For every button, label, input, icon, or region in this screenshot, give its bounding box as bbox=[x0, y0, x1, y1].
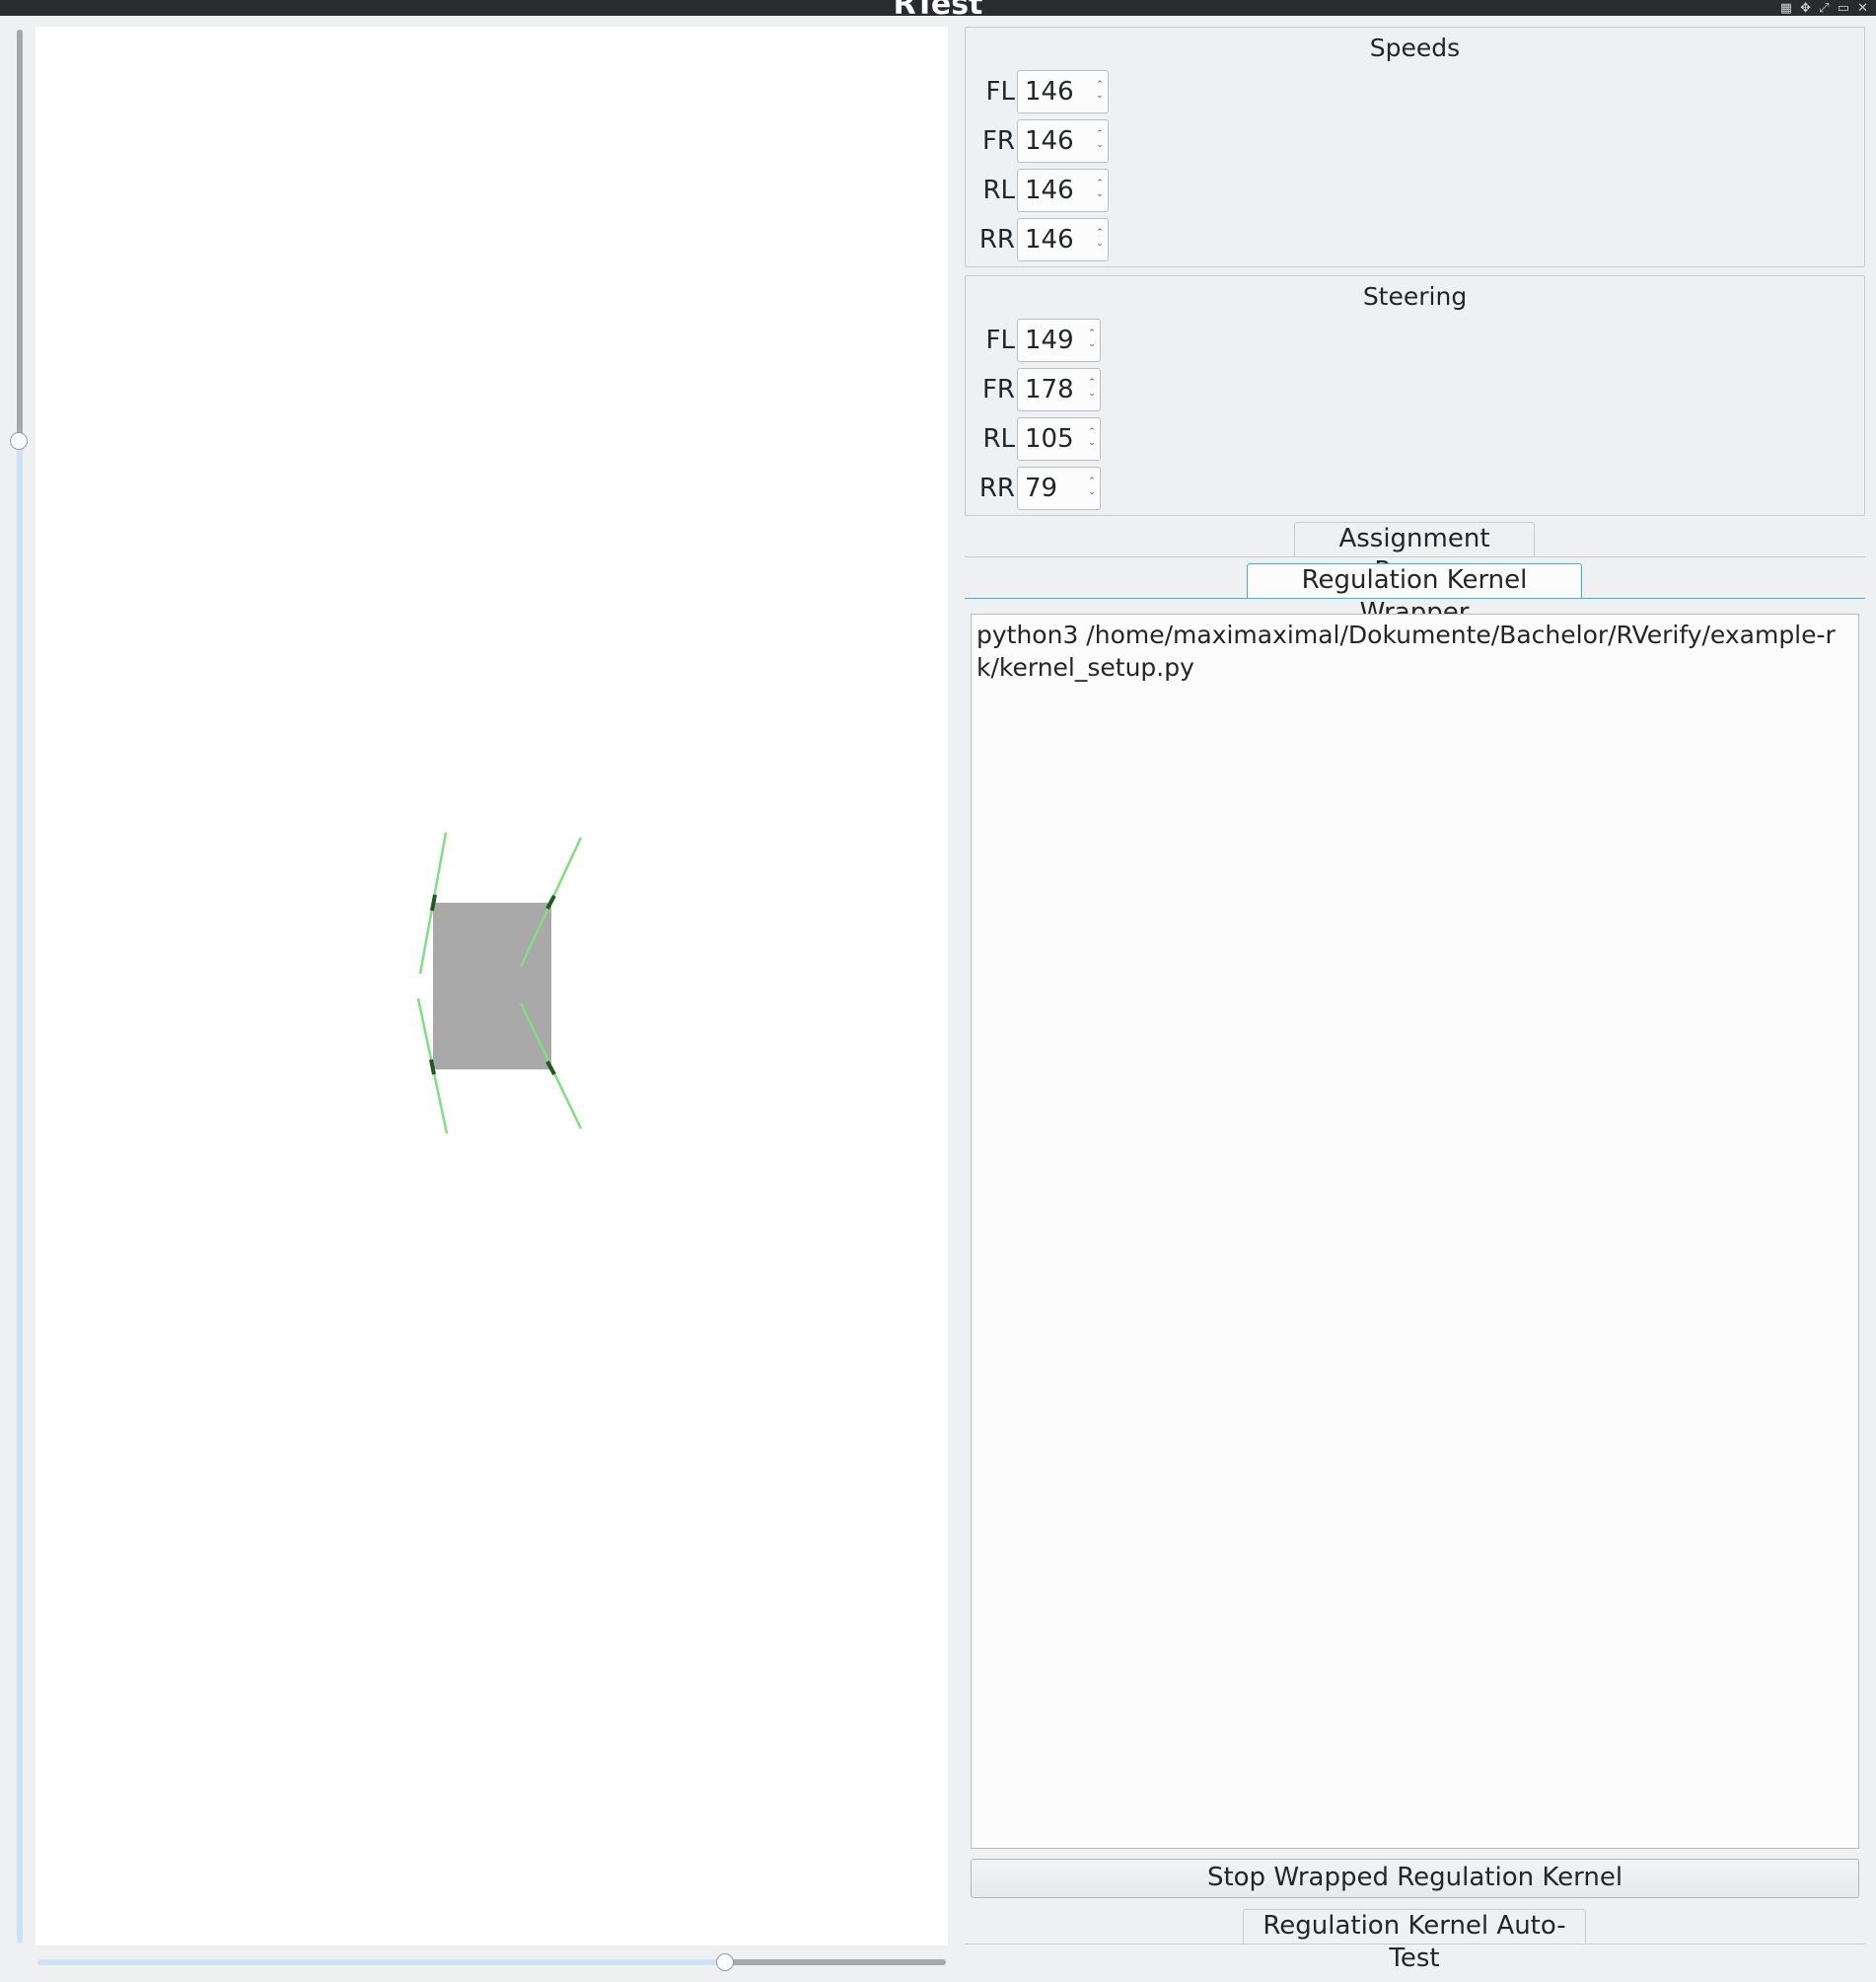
steering-label: RL bbox=[982, 424, 1015, 454]
stop-wrapped-kernel-button[interactable]: Stop Wrapped Regulation Kernel bbox=[971, 1859, 1859, 1898]
speed-fr-spinbox[interactable]: 146 ⌃ ⌄ bbox=[1017, 119, 1109, 163]
window-title: RTest bbox=[0, 0, 1876, 16]
up-down-arrows-icon[interactable]: ⌃ ⌄ bbox=[1095, 179, 1105, 200]
assignment-parser-tabbar: Assignment Parser bbox=[965, 522, 1865, 586]
steering-value: 79 bbox=[1025, 474, 1058, 503]
speed-value: 146 bbox=[1025, 126, 1074, 156]
horizontal-slider[interactable] bbox=[37, 1959, 946, 1965]
kernel-command-textarea[interactable]: python3 /home/maximaximal/Dokumente/Bach… bbox=[971, 614, 1859, 1849]
tab-regulation-kernel-autotest[interactable]: Regulation Kernel Auto-Test bbox=[1243, 1909, 1586, 1973]
speed-label: RL bbox=[982, 176, 1015, 205]
steering-row-rl: RL 105 ⌃ ⌄ bbox=[966, 415, 1101, 463]
window-controls-icon[interactable]: ▦ ✥ ⤢ ▭ ✕ bbox=[1780, 1, 1870, 16]
steering-row-fr: FR 178 ⌃ ⌄ bbox=[966, 366, 1101, 413]
steering-title: Steering bbox=[1362, 282, 1468, 311]
speed-label: FL bbox=[985, 77, 1015, 107]
steering-row-rr: RR 79 ⌃ ⌄ bbox=[966, 465, 1101, 512]
speed-fl-spinbox[interactable]: 146 ⌃ ⌄ bbox=[1017, 70, 1109, 113]
up-down-arrows-icon[interactable]: ⌃ ⌄ bbox=[1095, 80, 1105, 102]
speed-label: FR bbox=[981, 126, 1015, 156]
steering-label: FL bbox=[985, 326, 1015, 355]
simulation-canvas[interactable] bbox=[36, 27, 948, 1945]
car-visualization bbox=[416, 832, 583, 1135]
steering-label: FR bbox=[981, 375, 1015, 404]
speed-value: 146 bbox=[1025, 176, 1074, 205]
steering-value: 105 bbox=[1025, 424, 1074, 454]
speed-row-rl: RL 146 ⌃ ⌄ bbox=[966, 167, 1109, 214]
up-down-arrows-icon[interactable]: ⌃ ⌄ bbox=[1087, 378, 1097, 400]
steering-group: Steering FL 149 ⌃ ⌄ FR 178 ⌃ ⌄ RL 105 ⌃ ⌄ R… bbox=[965, 275, 1865, 516]
horizontal-slider-handle[interactable] bbox=[716, 1953, 734, 1971]
regulation-kernel-autotest-tabbar: Regulation Kernel Auto-Test bbox=[965, 1909, 1865, 1973]
steering-value: 149 bbox=[1025, 326, 1074, 355]
vertical-slider-handle[interactable] bbox=[10, 432, 28, 450]
speed-rr-spinbox[interactable]: 146 ⌃ ⌄ bbox=[1017, 218, 1109, 261]
up-down-arrows-icon[interactable]: ⌃ ⌄ bbox=[1087, 477, 1097, 498]
up-down-arrows-icon[interactable]: ⌃ ⌄ bbox=[1087, 427, 1097, 449]
speed-label: RR bbox=[978, 225, 1015, 255]
steering-fr-spinbox[interactable]: 178 ⌃ ⌄ bbox=[1017, 368, 1101, 411]
tab-regulation-kernel-wrapper[interactable]: Regulation Kernel Wrapper bbox=[1247, 563, 1582, 627]
speed-value: 146 bbox=[1025, 225, 1074, 255]
tab-assignment-parser[interactable]: Assignment Parser bbox=[1294, 522, 1535, 586]
speeds-title: Speeds bbox=[1369, 34, 1461, 62]
car-body bbox=[433, 903, 551, 1069]
up-down-arrows-icon[interactable]: ⌃ ⌄ bbox=[1087, 329, 1097, 350]
up-down-arrows-icon[interactable]: ⌃ ⌄ bbox=[1095, 228, 1105, 250]
steering-label: RR bbox=[978, 474, 1015, 503]
up-down-arrows-icon[interactable]: ⌃ ⌄ bbox=[1095, 129, 1105, 151]
speed-row-rr: RR 146 ⌃ ⌄ bbox=[966, 216, 1109, 263]
speed-row-fl: FL 146 ⌃ ⌄ bbox=[966, 68, 1109, 115]
speed-row-fr: FR 146 ⌃ ⌄ bbox=[966, 117, 1109, 165]
steering-fl-spinbox[interactable]: 149 ⌃ ⌄ bbox=[1017, 319, 1101, 362]
steering-value: 178 bbox=[1025, 375, 1074, 404]
vertical-zoom-slider[interactable] bbox=[17, 30, 23, 1944]
regulation-kernel-wrapper-tabbar: Regulation Kernel Wrapper bbox=[965, 563, 1865, 627]
window-titlebar[interactable]: RTest ▦ ✥ ⤢ ▭ ✕ bbox=[0, 0, 1876, 16]
steering-row-fl: FL 149 ⌃ ⌄ bbox=[966, 317, 1101, 364]
speed-rl-spinbox[interactable]: 146 ⌃ ⌄ bbox=[1017, 169, 1109, 212]
steering-rr-spinbox[interactable]: 79 ⌃ ⌄ bbox=[1017, 467, 1101, 510]
speeds-group: Speeds FL 146 ⌃ ⌄ FR 146 ⌃ ⌄ RL 146 ⌃ ⌄ RR … bbox=[965, 27, 1865, 267]
speed-value: 146 bbox=[1025, 77, 1074, 107]
steering-rl-spinbox[interactable]: 105 ⌃ ⌄ bbox=[1017, 417, 1101, 461]
